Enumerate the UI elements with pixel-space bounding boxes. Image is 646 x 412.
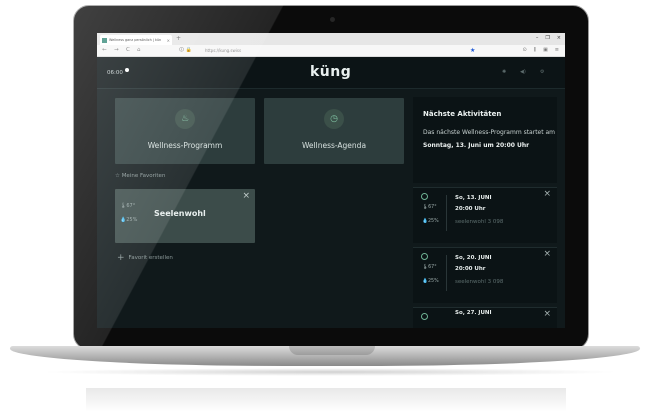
lock-icon: 🛈 🔒 [179,47,192,53]
new-tab-button[interactable]: + [176,35,181,42]
event-item[interactable]: So, 27. JUNI × [413,307,557,328]
humidity-icon: 💧25% [422,279,439,284]
reload-icon[interactable]: C [126,47,130,53]
event-date: So, 27. JUNI [455,310,492,316]
kung-app: 06:00 küng ✺ ◀) ⚙ ♨ Wellness-Programm ◷ … [97,57,565,328]
volume-icon[interactable]: ◀) [520,69,526,75]
url-field[interactable]: https://kung.swiss [205,48,241,53]
wellness-programm-label: Wellness-Programm [147,141,223,150]
event-item[interactable]: 🌡67° 💧25% So, 20. JUNI 20:00 Uhr seelenw… [413,247,557,303]
pocket-icon[interactable]: ⊙ [523,47,527,53]
clock-icon: ◷ [324,109,344,129]
laptop-reflection [86,388,566,412]
favorite-card-seelenwohl[interactable]: 🌡67° 💧25% Seelenwohl × [115,189,255,243]
wellness-programm-card[interactable]: ♨ Wellness-Programm [115,98,255,164]
library-icon[interactable]: ⫼ [534,47,536,53]
divider [446,195,447,231]
home-icon[interactable]: ⌂ [137,47,141,53]
forward-icon[interactable]: → [114,47,119,53]
sidebar-icon[interactable]: ▣ [543,47,548,53]
app-header: 06:00 küng ✺ ◀) ⚙ [97,57,565,89]
webcam [330,17,335,22]
temperature-icon: 🌡67° [422,265,437,270]
browser-toolbar: ⊙ ⫼ ▣ ≡ [523,47,559,53]
wellness-agenda-card[interactable]: ◷ Wellness-Agenda [264,98,404,164]
browser-nav-bar: ← → C ⌂ 🛈 🔒 https://kung.swiss ★ ⊙ ⫼ ▣ ≡ [97,45,565,57]
wellness-agenda-label: Wellness-Agenda [301,141,367,150]
humidity-icon: 💧25% [422,219,439,224]
close-icon[interactable]: × [543,309,551,319]
tab-close-icon[interactable]: × [167,38,170,43]
humidity-icon: 💧25% [120,217,138,223]
menu-icon[interactable]: ≡ [555,47,559,53]
kung-logo: küng [310,64,352,80]
event-name: seelenwohl 3 098 [455,279,504,285]
tab-title: Wellness ganz persönlich | kün [109,38,162,42]
event-date: So, 20. JUNI [455,255,492,261]
browser-tab-bar: Wellness ganz persönlich | kün × + – ❐ × [97,33,565,45]
laptop-notch [289,346,375,355]
back-icon[interactable]: ← [102,47,107,53]
maximize-icon[interactable]: ❐ [545,35,549,41]
browser-tab[interactable]: Wellness ganz persönlich | kün × [100,35,172,45]
close-icon[interactable]: × [543,189,551,199]
star-icon: ☆ [115,173,120,179]
favorites-title: Meine Favoriten [121,173,166,179]
clock-time: 06:00 [107,70,123,76]
event-name: seelenwohl 3 098 [455,219,504,225]
favorite-title: Seelenwohl [154,209,206,218]
next-activities-title: Nächste Aktivitäten [423,110,502,118]
next-activities-text: Das nächste Wellness-Programm startet am… [423,129,556,149]
event-time: 20:00 Uhr [455,266,486,272]
status-dot [125,68,129,72]
steam-icon: ♨ [175,109,195,129]
status-circle-icon [421,193,428,200]
favorites-header: ☆ Meine Favoriten [115,173,165,179]
next-activities-panel: Nächste Aktivitäten Das nächste Wellness… [413,97,557,328]
laptop-shadow [40,368,620,376]
next-activities-info: Nächste Aktivitäten Das nächste Wellness… [413,97,557,183]
create-favorite-button[interactable]: + Favorit erstellen [117,253,173,263]
event-date: So, 13. JUNI [455,195,492,201]
close-icon[interactable]: × [543,249,551,259]
divider [446,255,447,291]
create-favorite-label: Favorit erstellen [128,255,173,261]
status-circle-icon [421,313,428,320]
minimize-icon[interactable]: – [536,35,539,41]
light-icon[interactable]: ✺ [502,69,506,75]
settings-icon[interactable]: ⚙ [540,69,544,75]
favicon-icon [102,37,107,43]
bookmark-star-icon[interactable]: ★ [470,47,475,54]
remove-favorite-icon[interactable]: × [242,191,250,201]
plus-icon: + [117,253,125,263]
status-circle-icon [421,253,428,260]
laptop-screen: Wellness ganz persönlich | kün × + – ❐ ×… [97,33,565,328]
close-window-icon[interactable]: × [557,35,561,41]
event-time: 20:00 Uhr [455,206,486,212]
event-item[interactable]: 🌡67° 💧25% So, 13. JUNI 20:00 Uhr seelenw… [413,187,557,243]
temperature-icon: 🌡67° [422,205,437,210]
temperature-icon: 🌡67° [120,203,136,209]
window-controls: – ❐ × [536,35,561,41]
